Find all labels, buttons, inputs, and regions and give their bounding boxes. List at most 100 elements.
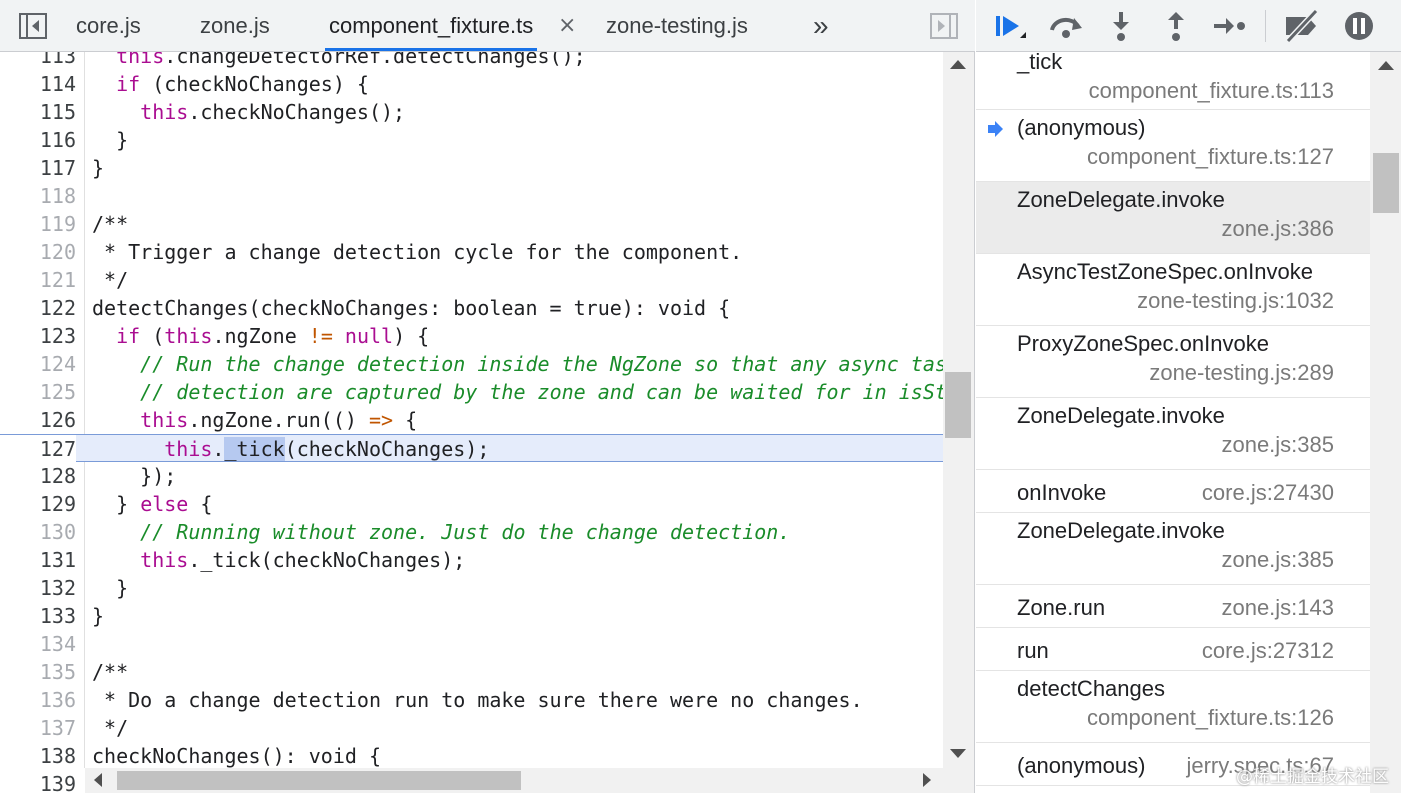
tab-core-js[interactable]: core.js — [76, 0, 141, 51]
code-token: * Do a change detection run to make sure… — [92, 688, 863, 712]
tab-close-icon[interactable]: × — [558, 0, 576, 51]
editor-vertical-scrollbar[interactable] — [943, 52, 974, 768]
editor-horizontal-scrollbar[interactable] — [85, 768, 943, 793]
code-token: ( — [140, 324, 165, 348]
line-number[interactable]: 134 — [0, 630, 76, 658]
line-number[interactable]: 135 — [0, 658, 76, 686]
step-out-button[interactable] — [1156, 8, 1196, 44]
scroll-up-icon[interactable] — [950, 60, 966, 69]
toggle-navigator-button[interactable] — [18, 12, 48, 40]
call-frame[interactable]: (anonymous) component_fixture.ts:127 — [976, 110, 1370, 182]
code-token: .ngZone — [212, 324, 309, 348]
call-frame[interactable]: Zone.run zone.js:143 — [976, 585, 1370, 628]
call-frame[interactable]: ZoneDelegate.invoke zone.js:386 — [976, 182, 1370, 254]
line-number[interactable]: 118 — [0, 182, 76, 210]
step-out-icon — [1168, 12, 1184, 41]
tab-zone-testing-js[interactable]: zone-testing.js — [606, 0, 748, 51]
line-number[interactable]: 138 — [0, 742, 76, 770]
line-number[interactable]: 126 — [0, 406, 76, 434]
call-frame[interactable]: detectChanges component_fixture.ts:126 — [976, 671, 1370, 743]
line-number[interactable]: 133 — [0, 602, 76, 630]
code-token: // Run the change detection inside the N… — [140, 352, 943, 376]
step-into-button[interactable] — [1101, 8, 1141, 44]
line-number[interactable]: 125 — [0, 378, 76, 406]
code-token: .checkNoChanges(); — [188, 100, 406, 124]
line-number[interactable]: 136 — [0, 686, 76, 714]
code-text: this.changeDetectorRef.detectChanges(); — [92, 52, 943, 70]
line-number[interactable]: 137 — [0, 714, 76, 742]
frame-location: component_fixture.ts:127 — [1086, 144, 1334, 169]
scroll-right-icon[interactable] — [923, 773, 931, 787]
line-number[interactable]: 117 — [0, 154, 76, 182]
call-stack-scrollbar[interactable] — [1370, 52, 1401, 793]
frame-function-name: ZoneDelegate.invoke — [1017, 187, 1225, 212]
frame-location: component_fixture.ts:113 — [1088, 78, 1334, 103]
code-text: }); — [92, 462, 943, 490]
line-number[interactable]: 127 — [0, 435, 76, 463]
tab-zone-js[interactable]: zone.js — [200, 0, 270, 51]
frame-function-name: ZoneDelegate.invoke — [1017, 518, 1225, 543]
call-frame[interactable]: run core.js:27312 — [976, 628, 1370, 671]
line-number[interactable]: 132 — [0, 574, 76, 602]
frame-location: core.js:27430 — [1201, 480, 1334, 505]
line-number[interactable]: 129 — [0, 490, 76, 518]
code-line: 124 // Run the change detection inside t… — [0, 350, 943, 378]
line-number[interactable]: 131 — [0, 546, 76, 574]
line-number[interactable]: 139 — [0, 770, 76, 793]
code-token: * Trigger a change detection cycle for t… — [92, 240, 743, 264]
step-over-icon — [1050, 17, 1082, 38]
line-number[interactable]: 122 — [0, 294, 76, 322]
code-editor[interactable]: 113 this.changeDetectorRef.detectChanges… — [0, 52, 975, 793]
tab-component-fixture-ts[interactable]: component_fixture.ts — [324, 0, 538, 51]
line-number[interactable]: 113 — [0, 52, 76, 70]
pause-on-exceptions-button[interactable] — [1339, 8, 1379, 44]
step-button[interactable] — [1210, 8, 1250, 44]
call-frame[interactable]: ProxyZoneSpec.onInvoke zone-testing.js:28… — [976, 326, 1370, 398]
call-frame[interactable]: ZoneDelegate.invoke zone.js:385 — [976, 398, 1370, 470]
scrollbar-thumb[interactable] — [1373, 153, 1399, 213]
deactivate-breakpoints-button[interactable] — [1282, 8, 1322, 44]
scroll-down-icon[interactable] — [950, 749, 966, 758]
frame-location: zone.js:143 — [1221, 595, 1334, 620]
code-text: detectChanges(checkNoChanges: boolean = … — [92, 294, 943, 322]
code-token: if — [116, 72, 141, 96]
code-line: 135 /** — [0, 658, 943, 686]
code-line: 115 this.checkNoChanges(); — [0, 98, 943, 126]
frame-location: zone.js:385 — [1221, 432, 1334, 457]
frame-function-name: (anonymous) — [1017, 115, 1146, 140]
line-number[interactable]: 115 — [0, 98, 76, 126]
code-text: * Trigger a change detection cycle for t… — [92, 238, 943, 266]
scroll-left-icon[interactable] — [94, 773, 102, 787]
line-number[interactable]: 124 — [0, 350, 76, 378]
resume-button[interactable] — [988, 8, 1028, 44]
code-text: /** — [92, 658, 943, 686]
call-stack-panel: _tick component_fixture.ts:113 (anonymous)… — [976, 52, 1370, 793]
scrollbar-thumb[interactable] — [117, 771, 521, 790]
frame-function-name: run — [1017, 638, 1049, 663]
line-number[interactable]: 128 — [0, 462, 76, 490]
more-tabs-icon[interactable]: » — [813, 0, 829, 51]
scroll-up-icon[interactable] — [1378, 61, 1394, 70]
call-frame[interactable]: _tick component_fixture.ts:113 — [976, 52, 1370, 110]
call-frame[interactable]: onInvoke core.js:27430 — [976, 470, 1370, 513]
scrollbar-thumb[interactable] — [945, 372, 971, 438]
line-number[interactable]: 119 — [0, 210, 76, 238]
step-over-button[interactable] — [1046, 8, 1086, 44]
line-number[interactable]: 121 — [0, 266, 76, 294]
line-number[interactable]: 120 — [0, 238, 76, 266]
line-number[interactable]: 123 — [0, 322, 76, 350]
sidebar-toggle-right-icon — [930, 13, 958, 39]
line-number[interactable]: 130 — [0, 518, 76, 546]
code-line: 122 detectChanges(checkNoChanges: boolean… — [0, 294, 943, 322]
highlighted-token: _tick — [224, 437, 285, 461]
line-number[interactable]: 116 — [0, 126, 76, 154]
toggle-debugger-button[interactable] — [929, 12, 959, 40]
line-number[interactable]: 114 — [0, 70, 76, 98]
call-frame[interactable]: ZoneDelegate.invoke zone.js:385 — [976, 513, 1370, 585]
code-token: }); — [140, 464, 177, 488]
call-frame[interactable]: AsyncTestZoneSpec.onInvoke zone-testing.j… — [976, 254, 1370, 326]
